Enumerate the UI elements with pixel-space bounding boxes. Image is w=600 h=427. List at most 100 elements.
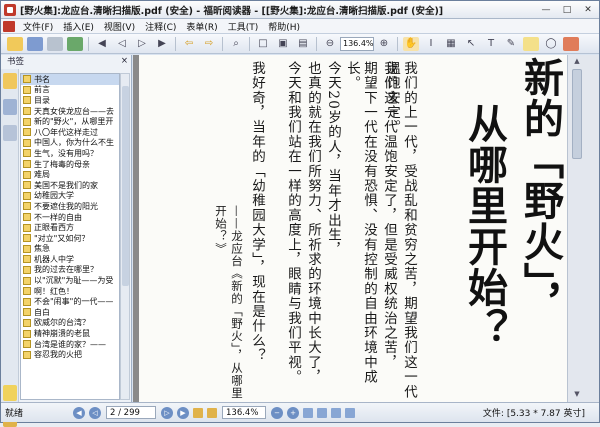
bookmark-scrollbar[interactable] bbox=[120, 73, 130, 400]
continuous-facing-icon[interactable] bbox=[345, 407, 355, 418]
bookmark-item[interactable]: 难局 bbox=[21, 169, 119, 180]
scroll-down-icon[interactable]: ▼ bbox=[572, 390, 582, 400]
pages-tab-icon[interactable] bbox=[3, 99, 17, 115]
bookmark-item[interactable]: 天真女侠龙应台——去 bbox=[21, 106, 119, 117]
typewriter-icon[interactable]: T bbox=[483, 37, 499, 51]
select-text-icon[interactable]: I bbox=[423, 37, 439, 51]
bookmark-item[interactable]: 美国不是我们的家 bbox=[21, 180, 119, 191]
page-title-line-2: 从哪里开始？ bbox=[461, 103, 507, 349]
fit-page-icon[interactable]: ▣ bbox=[275, 37, 291, 51]
print-icon[interactable] bbox=[47, 36, 63, 51]
bookmark-label: 美国不是我们的家 bbox=[34, 180, 98, 190]
bookmark-label: 书名 bbox=[34, 74, 50, 84]
actual-size-icon[interactable]: □ bbox=[255, 37, 271, 51]
last-page-button[interactable]: ▶ bbox=[177, 406, 189, 419]
forward-icon[interactable] bbox=[207, 407, 217, 418]
facing-icon[interactable] bbox=[331, 407, 341, 418]
bookmark-item[interactable]: 以"沉默"为耻——为受 bbox=[21, 275, 119, 286]
bookmark-item[interactable]: 精神崩溃的老鼠 bbox=[21, 328, 119, 339]
snapshot-icon[interactable]: ▦ bbox=[443, 37, 459, 51]
previous-page-icon[interactable]: ◁ bbox=[114, 37, 130, 51]
menu-view[interactable]: 视图(V) bbox=[99, 20, 140, 33]
next-page-icon[interactable]: ▷ bbox=[134, 37, 150, 51]
bookmark-scroll-thumb[interactable] bbox=[122, 86, 129, 286]
menu-help[interactable]: 帮助(H) bbox=[263, 20, 305, 33]
scroll-up-icon[interactable]: ▲ bbox=[572, 57, 582, 67]
open-file-icon[interactable] bbox=[7, 36, 23, 51]
document-area[interactable]: 新的「野火」， 从哪里开始？ 我们的上一代，受战乱和贫穷之苦，期望我们这一代温饱… bbox=[133, 55, 567, 402]
bookmark-item[interactable]: 生了梅毒的母亲 bbox=[21, 159, 119, 170]
minimize-button[interactable]: — bbox=[536, 3, 556, 17]
bookmark-item[interactable]: 中国人，你为什么不生 bbox=[21, 138, 119, 149]
bookmark-panel: 书签 × 书名 前言 目录 天真女侠龙应台——去 新的"野火"，从哪里开 八〇年代这样走过… bbox=[1, 55, 132, 427]
next-page-button[interactable]: ▷ bbox=[161, 406, 173, 419]
bookmark-item[interactable]: 我的过去在哪里？ bbox=[21, 265, 119, 276]
bookmark-item[interactable]: "对立"又如何？ bbox=[21, 233, 119, 244]
bookmark-icon bbox=[23, 265, 31, 274]
bookmark-item[interactable]: 生气，没有用吗？ bbox=[21, 148, 119, 159]
bookmark-item[interactable]: 前言 bbox=[21, 85, 119, 96]
back-icon[interactable]: ⇦ bbox=[181, 37, 197, 51]
continuous-icon[interactable] bbox=[317, 407, 327, 418]
single-page-icon[interactable] bbox=[303, 407, 313, 418]
bookmark-item[interactable]: 新的"野火"，从哪里开 bbox=[21, 116, 119, 127]
close-button[interactable]: ✕ bbox=[578, 3, 598, 17]
bookmark-panel-title: 书签 bbox=[7, 57, 25, 67]
menu-comment[interactable]: 注释(C) bbox=[140, 20, 181, 33]
bookmark-item[interactable]: 焦急 bbox=[21, 244, 119, 255]
zoom-field[interactable]: 136.4% bbox=[222, 406, 266, 419]
menu-form[interactable]: 表单(R) bbox=[181, 20, 222, 33]
bookmark-item[interactable]: 正眼看西方 bbox=[21, 222, 119, 233]
close-panel-icon[interactable]: × bbox=[121, 56, 128, 66]
zoom-out-button[interactable]: − bbox=[271, 406, 283, 419]
forward-icon[interactable]: ⇨ bbox=[201, 37, 217, 51]
stamp-icon[interactable] bbox=[563, 36, 579, 51]
bookmark-item[interactable]: 台湾是谁的家？—— bbox=[21, 339, 119, 350]
bookmark-item[interactable]: 不要遮住我的阳光 bbox=[21, 201, 119, 212]
hand-tool-icon[interactable]: ✋ bbox=[403, 36, 419, 51]
pointer-icon[interactable]: ↖ bbox=[463, 37, 479, 51]
comments-tab-icon[interactable] bbox=[3, 385, 17, 401]
document-scroll-thumb[interactable] bbox=[572, 69, 582, 159]
document-menu-icon[interactable] bbox=[3, 20, 15, 32]
bookmark-item[interactable]: 啊！红色！ bbox=[21, 286, 119, 297]
zoom-in-button[interactable]: + bbox=[287, 406, 299, 419]
first-page-icon[interactable]: ◀ bbox=[94, 37, 110, 51]
bookmark-item[interactable]: 机器人中学 bbox=[21, 254, 119, 265]
prev-page-button[interactable]: ◁ bbox=[89, 406, 101, 419]
bookmark-item[interactable]: 目录 bbox=[21, 95, 119, 106]
bookmark-item[interactable]: 书名 bbox=[21, 74, 119, 85]
bookmark-item[interactable]: 幼稚园大学 bbox=[21, 191, 119, 202]
zoom-out-icon[interactable]: ⊖ bbox=[322, 37, 338, 51]
zoom-tool-icon[interactable]: ⌕ bbox=[228, 37, 244, 51]
note-icon[interactable] bbox=[523, 36, 539, 51]
body-column: 我们这一代温饱安定了，但是受威权统治之苦， bbox=[381, 61, 397, 370]
bookmark-item[interactable]: 八〇年代这样走过 bbox=[21, 127, 119, 138]
menu-insert[interactable]: 插入(E) bbox=[58, 20, 99, 33]
bookmark-item[interactable]: 自白 bbox=[21, 307, 119, 318]
bookmark-item[interactable]: 容忍我的火把 bbox=[21, 349, 119, 360]
menu-tools[interactable]: 工具(T) bbox=[223, 20, 264, 33]
shape-icon[interactable]: ◯ bbox=[543, 37, 559, 51]
document-scrollbar[interactable]: ▲ ▼ bbox=[567, 55, 599, 402]
fit-width-icon[interactable]: ▤ bbox=[295, 37, 311, 51]
bookmark-label: 目录 bbox=[34, 95, 50, 105]
layers-tab-icon[interactable] bbox=[3, 125, 17, 141]
menu-file[interactable]: 文件(F) bbox=[18, 20, 58, 33]
page-number-field[interactable]: 2 / 299 bbox=[106, 406, 156, 419]
first-page-button[interactable]: ◀ bbox=[73, 406, 85, 419]
bookmark-item[interactable]: 不一样的自由 bbox=[21, 212, 119, 223]
highlight-icon[interactable]: ✎ bbox=[503, 37, 519, 51]
bookmark-icon bbox=[23, 318, 31, 327]
last-page-icon[interactable]: ▶ bbox=[154, 37, 170, 51]
save-icon[interactable] bbox=[27, 36, 43, 51]
zoom-select[interactable]: 136.4% bbox=[340, 36, 374, 51]
maximize-button[interactable]: □ bbox=[557, 3, 577, 17]
email-icon[interactable] bbox=[67, 36, 83, 51]
bookmark-item[interactable]: 欧威尔的台湾？ bbox=[21, 318, 119, 329]
back-icon[interactable] bbox=[193, 407, 203, 418]
zoom-in-icon[interactable]: ⊕ bbox=[376, 37, 392, 51]
menu-bar: 文件(F) 插入(E) 视图(V) 注释(C) 表单(R) 工具(T) 帮助(H… bbox=[1, 19, 599, 34]
bookmark-item[interactable]: 不会"闹事"的一代—— bbox=[21, 296, 119, 307]
bookmarks-tab-icon[interactable] bbox=[3, 73, 17, 89]
